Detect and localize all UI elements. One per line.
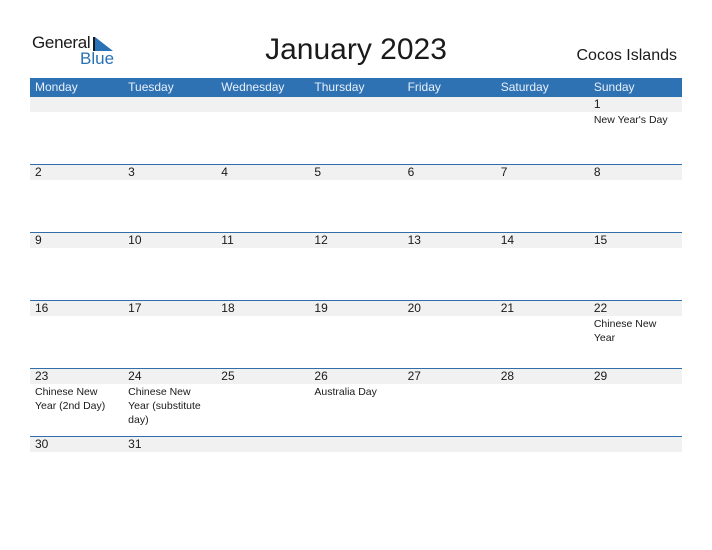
day-number: 3 [128,165,135,179]
day-number: 1 [593,97,601,111]
day-cell: 8 [589,165,682,232]
day-cell: 11 [216,233,309,300]
day-cell [309,97,402,164]
day-number: 19 [314,301,328,315]
day-cell: 4 [216,165,309,232]
day-number: 26 [314,369,328,383]
day-cell [216,437,309,504]
day-number: 13 [407,233,421,247]
day-cell: 2 [30,165,123,232]
weekday-header: Monday Tuesday Wednesday Thursday Friday Satu… [30,78,682,97]
day-number: 11 [221,233,234,247]
day-number: 25 [221,369,235,383]
day-cell: 16 [30,301,123,368]
day-cell: 18 [216,301,309,368]
holiday-label: Chinese New Year [593,318,657,344]
day-cell: 25 [216,369,309,436]
day-number: 17 [128,301,142,315]
weekday-thursday: Thursday [314,80,365,94]
day-number: 29 [593,369,608,383]
day-number: 15 [593,233,608,247]
calendar-grid: Monday Tuesday Wednesday Thursday Friday Satu… [30,78,682,504]
weekday-saturday: Saturday [500,80,549,94]
weekday-monday: Monday [35,80,78,94]
day-cell: 20 [403,301,496,368]
day-cell: 19 [309,301,402,368]
day-number: 10 [128,233,142,247]
day-number: 28 [500,369,515,383]
day-cell [496,97,589,164]
day-cell: 6 [403,165,496,232]
day-cell: 30 [30,437,123,504]
day-cell: 12 [309,233,402,300]
day-cell: 24 Chinese New Year (substitute day) [123,369,216,436]
day-number: 18 [221,301,235,315]
day-cell: 23 Chinese New Year (2nd Day) [30,369,123,436]
day-cell: 1 New Year's Day [589,97,682,164]
day-cell: 14 [496,233,589,300]
day-cell: 17 [123,301,216,368]
day-number: 27 [407,369,421,383]
day-cell: 13 [403,233,496,300]
day-cell: 28 [496,369,589,436]
day-number: 21 [500,301,515,315]
day-cell [496,437,589,504]
day-cell [123,97,216,164]
day-cell: 27 [403,369,496,436]
day-cell [309,437,402,504]
holiday-label: Australia Day [314,386,377,398]
week-row: 9 10 11 12 13 14 15 [30,232,682,300]
day-cell [403,97,496,164]
day-cell: 21 [496,301,589,368]
day-number: 9 [35,233,42,247]
holiday-label: Chinese New Year (2nd Day) [35,386,106,412]
day-number: 5 [314,165,322,179]
week-row: 23 Chinese New Year (2nd Day) 24 Chinese Ne… [30,368,682,436]
holiday-label: Chinese New Year (substitute day) [128,386,201,426]
day-number: 14 [500,233,515,247]
day-cell [403,437,496,504]
day-cell: 22 Chinese New Year [589,301,682,368]
week-row: 2 3 4 5 6 7 8 [30,164,682,232]
day-cell [589,437,682,504]
weekday-wednesday: Wednesday [221,80,285,94]
day-number: 30 [35,437,49,451]
week-row: 30 31 [30,436,682,504]
day-number: 31 [128,437,142,451]
day-cell [216,97,309,164]
country-label: Cocos Islands [576,47,678,64]
day-number: 22 [593,301,608,315]
day-cell: 29 [589,369,682,436]
day-cell: 9 [30,233,123,300]
day-cell: 7 [496,165,589,232]
day-cell [30,97,123,164]
day-number: 12 [314,233,328,247]
weekday-friday: Friday [407,80,441,94]
day-cell: 3 [123,165,216,232]
day-cell: 26 Australia Day [309,369,402,436]
day-number: 20 [407,301,421,315]
week-row: 16 17 18 19 20 21 22 Chinese New Year [30,300,682,368]
day-number: 2 [35,165,42,179]
day-number: 4 [221,165,228,179]
weekday-tuesday: Tuesday [128,80,174,94]
day-number: 24 [128,369,142,383]
day-cell: 5 [309,165,402,232]
day-number: 7 [500,165,508,179]
day-number: 8 [593,165,601,179]
day-cell: 31 [123,437,216,504]
day-number: 23 [35,369,49,383]
day-number: 16 [35,301,49,315]
day-cell: 10 [123,233,216,300]
day-cell: 15 [589,233,682,300]
day-number: 6 [407,165,415,179]
week-row: 1 New Year's Day [30,97,682,164]
weekday-sunday: Sunday [593,80,635,94]
holiday-label: New Year's Day [593,114,668,126]
